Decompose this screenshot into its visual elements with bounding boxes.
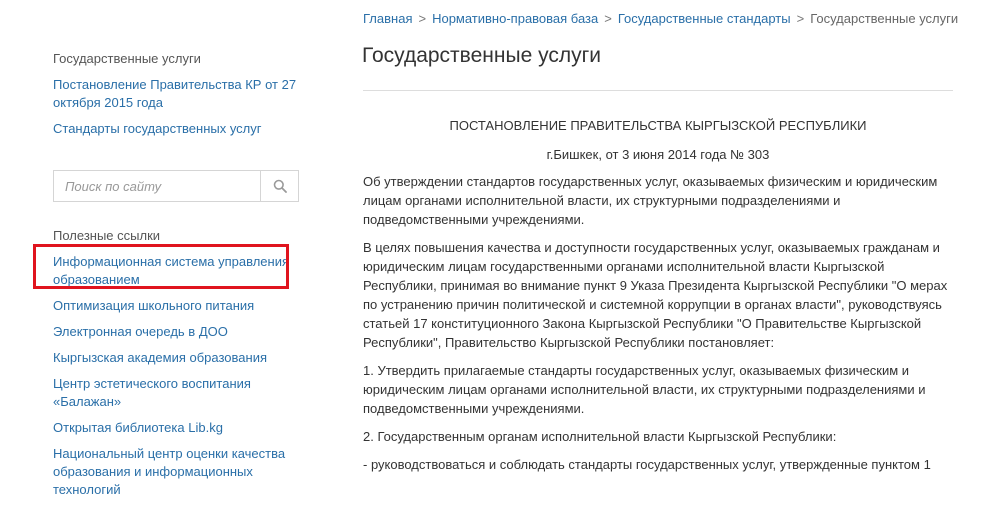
content-paragraph: В целях повышения качества и доступности… <box>363 240 948 350</box>
breadcrumb-separator: > <box>604 11 612 26</box>
sidebar-heading-services: Государственные услуги <box>53 51 201 66</box>
title-divider <box>363 90 953 91</box>
breadcrumb-separator: > <box>418 11 427 26</box>
search-input[interactable] <box>54 171 260 201</box>
sidebar-link-assessment-center[interactable]: Национальный центр оценки качества образ… <box>53 445 303 499</box>
sidebar-link-education-management-system[interactable]: Информационная система управления образо… <box>53 253 303 289</box>
sidebar-heading-useful-links: Полезные ссылки <box>53 228 161 243</box>
content-paragraph: 1. Утвердить прилагаемые стандарты госуд… <box>363 363 926 416</box>
sidebar-link-academy-of-education[interactable]: Кыргызская академия образования <box>53 349 303 367</box>
sidebar-link-decree-2015[interactable]: Постановление Правительства КР от 27 окт… <box>53 76 303 112</box>
search-button[interactable] <box>260 171 298 201</box>
sidebar-link-kindergarten-queue[interactable]: Электронная очередь в ДОО <box>53 323 303 341</box>
search-form <box>53 170 299 202</box>
breadcrumb: Главная > Нормативно-правовая база > Государ… <box>363 11 958 27</box>
breadcrumb-separator: > <box>796 11 805 26</box>
sidebar-group-services: Государственные услуги Постановление Пра… <box>53 50 303 138</box>
search-icon <box>273 179 287 193</box>
sidebar-link-service-standards[interactable]: Стандарты государственных услуг <box>53 120 303 138</box>
content-paragraph: - руководствоваться и соблюдать стандарт… <box>363 457 931 472</box>
sidebar-link-balajan-center[interactable]: Центр эстетического воспитания «Балажан» <box>53 375 303 411</box>
content-paragraph: Об утверждении стандартов государственны… <box>363 174 938 227</box>
breadcrumb-legal-base[interactable]: Нормативно-правовая база <box>432 11 598 26</box>
sidebar-link-school-meals[interactable]: Оптимизация школьного питания <box>53 297 303 315</box>
decree-title: ПОСТАНОВЛЕНИЕ ПРАВИТЕЛЬСТВА КЫРГЫЗСКОЙ Р… <box>449 118 867 133</box>
decree-place-date: г.Бишкек, от 3 июня 2014 года № 303 <box>546 147 770 162</box>
sidebar-link-lib-kg[interactable]: Открытая библиотека Lib.kg <box>53 419 303 437</box>
breadcrumb-home[interactable]: Главная <box>363 11 412 26</box>
page-title: Государственные услуги <box>362 44 601 67</box>
content-paragraph: 2. Государственным органам исполнительно… <box>363 429 837 444</box>
breadcrumb-current: Государственные услуги <box>810 11 959 26</box>
main-content: ПОСТАНОВЛЕНИЕ ПРАВИТЕЛЬСТВА КЫРГЫЗСКОЙ Р… <box>363 116 953 483</box>
breadcrumb-state-standards[interactable]: Государственные стандарты <box>618 11 791 26</box>
sidebar-group-useful-links: Полезные ссылки Информационная система у… <box>53 227 303 499</box>
sidebar: Государственные услуги Постановление Пра… <box>53 50 303 507</box>
